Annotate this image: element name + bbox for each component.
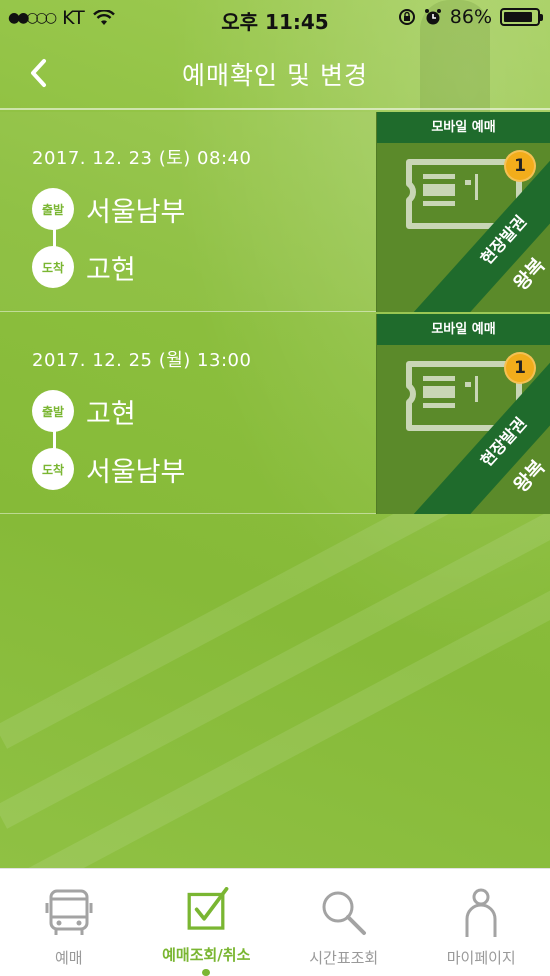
mobile-ticket-label: 모바일 예매: [377, 112, 550, 143]
ticket-count-badge: 1: [504, 352, 536, 384]
departure-stop: 출발 서울남부: [32, 188, 185, 230]
departure-stop: 출발 고현: [32, 390, 136, 432]
arrival-name: 서울남부: [86, 456, 186, 488]
tab-mypage[interactable]: 마이페이지: [413, 869, 550, 976]
alarm-icon: [424, 9, 441, 25]
checkbox-icon: [187, 887, 229, 930]
arrival-badge: 도착: [32, 448, 74, 490]
battery-icon: [500, 8, 543, 26]
background-stripe: [0, 557, 550, 909]
departure-name: 고현: [86, 398, 136, 430]
status-bar: ●●○○○ KT 오후 11:45 86%: [0, 0, 550, 36]
tab-label: 마이페이지: [446, 949, 516, 967]
departure-badge: 출발: [32, 188, 74, 230]
tab-label: 예매: [54, 949, 83, 967]
ticket-card[interactable]: 2017. 12. 23 (토) 08:40 출발 서울남부 도착 고현 모바일…: [0, 112, 550, 312]
bus-icon: [45, 889, 93, 935]
page-title: 예매확인 및 변경: [182, 61, 368, 90]
ticket-count-badge: 1: [504, 150, 536, 182]
ticket-card[interactable]: 2017. 12. 25 (월) 13:00 출발 고현 도착 서울남부 모바일…: [0, 314, 550, 514]
departure-badge: 출발: [32, 390, 74, 432]
tab-label: 예매조회/취소: [162, 945, 251, 964]
ticket-date: 2017. 12. 23 (토) 08:40: [32, 148, 252, 169]
status-right: 86%: [398, 6, 543, 28]
search-icon: [322, 891, 366, 935]
battery-fill: [504, 12, 532, 22]
rotation-lock-icon: [398, 9, 415, 25]
ticket-date: 2017. 12. 25 (월) 13:00: [32, 350, 252, 371]
user-icon: [465, 888, 497, 937]
tab-reservation[interactable]: 예매: [0, 869, 138, 976]
battery-percent: 86%: [449, 6, 492, 28]
tab-label: 시간표조회: [309, 949, 379, 967]
arrival-badge: 도착: [32, 246, 74, 288]
tab-bar: 예매 예매조회/취소 시간표조회 마이페이지: [0, 868, 550, 976]
tab-timetable[interactable]: 시간표조회: [275, 869, 413, 976]
arrival-name: 고현: [86, 254, 136, 286]
mobile-ticket-panel[interactable]: 모바일 예매 1 현장발권 왕복: [376, 112, 550, 312]
mobile-ticket-panel[interactable]: 모바일 예매 1 현장발권 왕복: [376, 314, 550, 514]
tab-reservation-check[interactable]: 예매조회/취소: [138, 869, 276, 976]
active-indicator: [202, 968, 211, 976]
arrival-stop: 도착 고현: [32, 246, 136, 288]
arrival-stop: 도착 서울남부: [32, 448, 185, 490]
departure-name: 서울남부: [86, 196, 186, 228]
nav-header: 예매확인 및 변경: [0, 36, 550, 110]
mobile-ticket-label: 모바일 예매: [377, 314, 550, 345]
